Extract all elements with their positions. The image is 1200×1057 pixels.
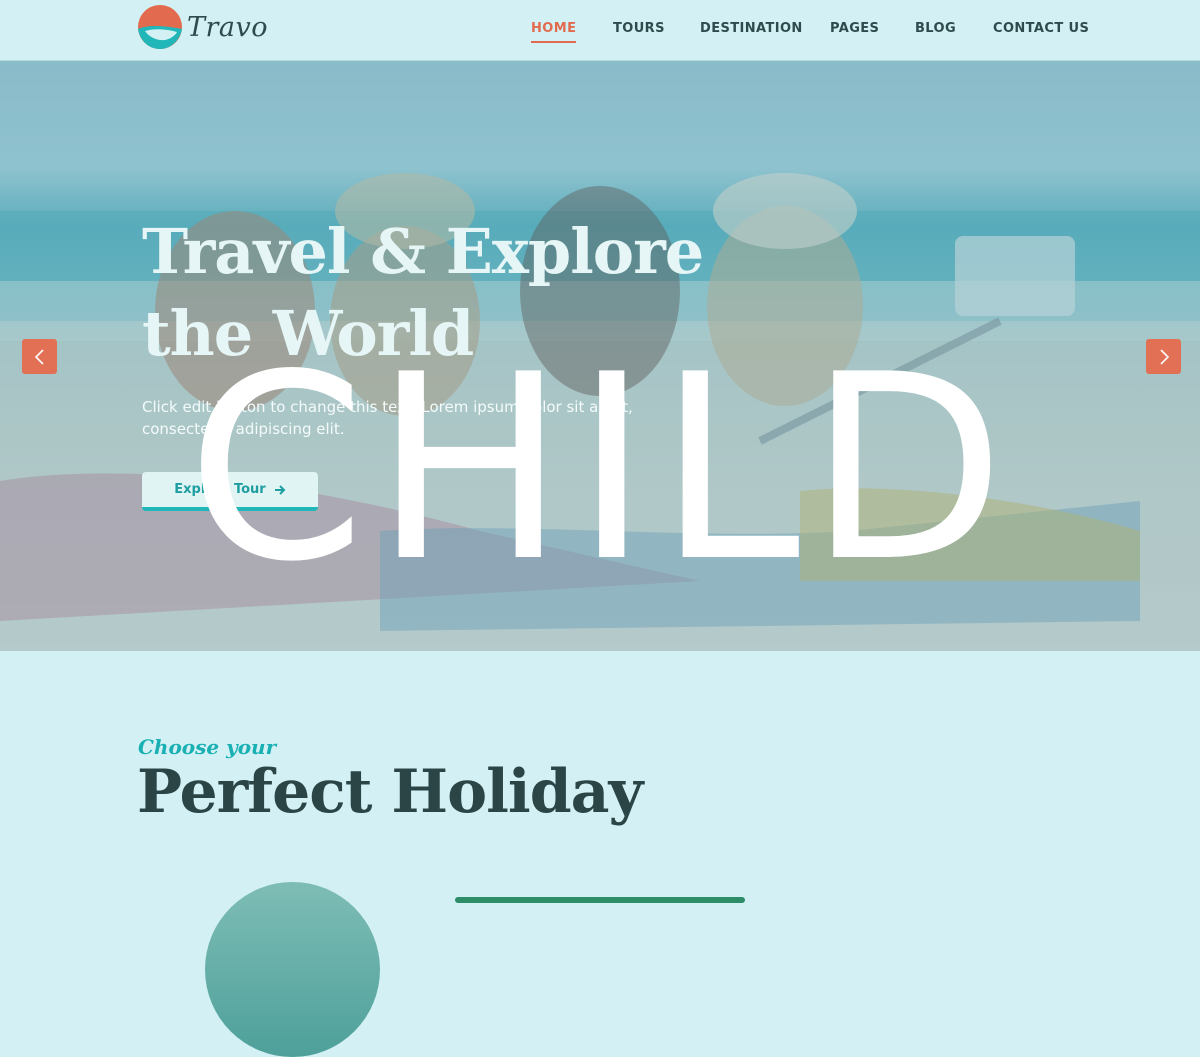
holiday-card-bar: [455, 897, 745, 903]
nav-pages[interactable]: PAGES: [830, 21, 879, 36]
nav-tours[interactable]: TOURS: [613, 21, 665, 36]
hero-title-line-1: Travel & Explore: [142, 215, 704, 288]
arrow-right-icon: [274, 484, 286, 495]
holiday-card-image[interactable]: [205, 882, 380, 1057]
slider-prev-button[interactable]: [22, 339, 57, 374]
explore-tour-label: Explore Tour: [174, 482, 266, 497]
section-subtitle: Choose your: [138, 735, 277, 759]
explore-tour-button[interactable]: Explore Tour: [142, 472, 318, 511]
main-nav: HOME TOURS DESTINATION PAGES BLOG CONTAC…: [0, 21, 1200, 43]
hero-slider: Travel & Explore the World Click edit bu…: [0, 61, 1200, 651]
section-title: Perfect Holiday: [137, 757, 643, 827]
chevron-left-icon: [34, 348, 44, 365]
nav-destination[interactable]: DESTINATION: [700, 21, 803, 36]
hero-title: Travel & Explore the World: [142, 211, 762, 375]
nav-blog[interactable]: BLOG: [915, 21, 956, 36]
hero-title-line-2: the World: [142, 297, 474, 370]
nav-home[interactable]: HOME: [531, 21, 577, 43]
slider-next-button[interactable]: [1146, 339, 1181, 374]
chevron-right-icon: [1159, 348, 1169, 365]
hero-description: Click edit button to change this text. L…: [142, 398, 633, 438]
site-header: Travo HOME TOURS DESTINATION PAGES BLOG …: [0, 0, 1200, 61]
nav-contact-us[interactable]: CONTACT US: [993, 21, 1089, 36]
